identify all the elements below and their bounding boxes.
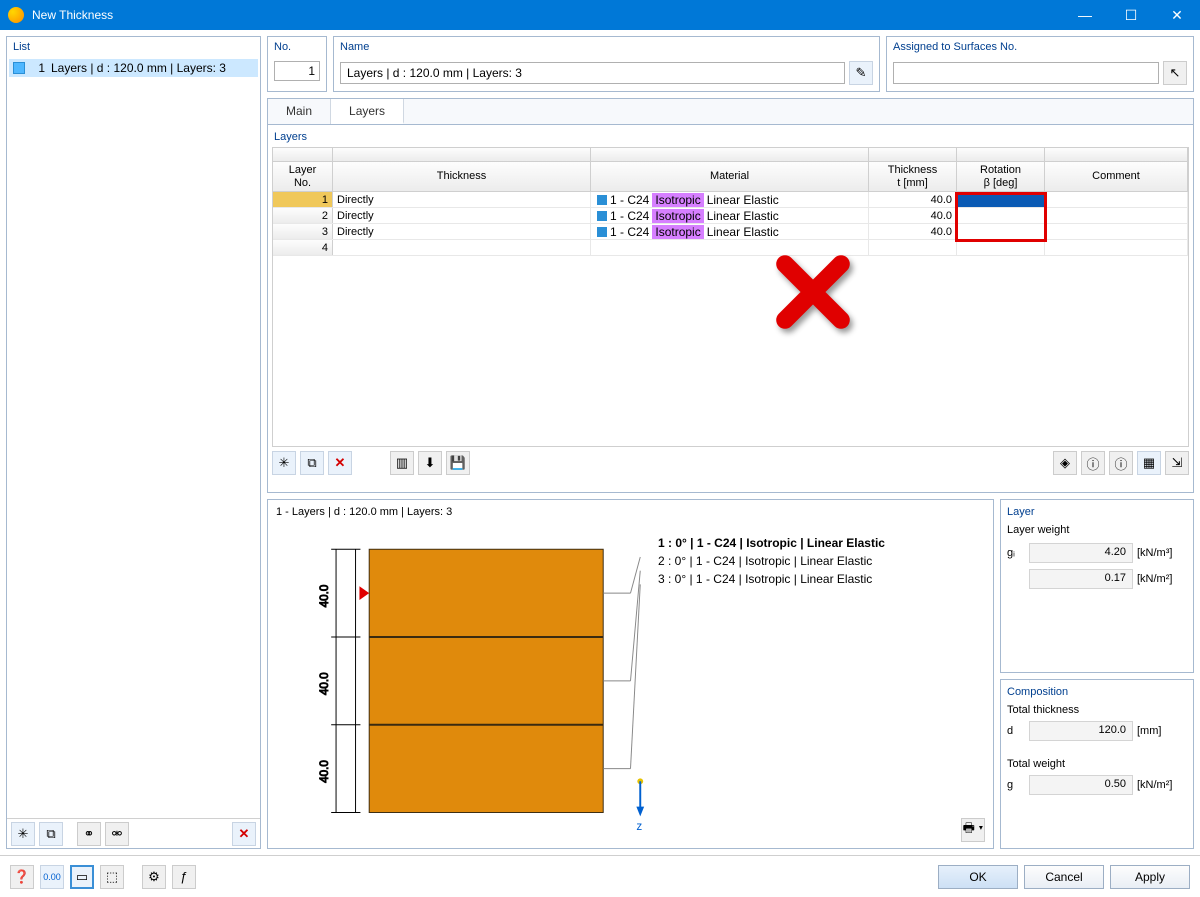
col-layer-no[interactable]: LayerNo. bbox=[273, 162, 333, 191]
tool-1-button[interactable]: ◈ bbox=[1053, 451, 1077, 475]
list-item-num: 1 bbox=[31, 61, 45, 75]
new-item-button[interactable]: ✳ bbox=[11, 822, 35, 846]
table-row[interactable]: 3Directly1 - C24 Isotropic Linear Elasti… bbox=[273, 224, 1188, 240]
titlebar: New Thickness — ☐ ✕ bbox=[0, 0, 1200, 30]
export-button[interactable]: ⇲ bbox=[1165, 451, 1189, 475]
apply-button[interactable]: Apply bbox=[1110, 865, 1190, 889]
layer-props-header: Layer bbox=[1007, 506, 1187, 518]
preview-panel: 1 - Layers | d : 120.0 mm | Layers: 3 40… bbox=[267, 499, 994, 849]
name-label: Name bbox=[334, 37, 879, 57]
unlink-button[interactable]: ⚮ bbox=[105, 822, 129, 846]
preview-legend: 1 : 0° | 1 - C24 | Isotropic | Linear El… bbox=[658, 534, 885, 588]
col-rotation[interactable]: Rotationβ [deg] bbox=[957, 162, 1045, 191]
col-comment[interactable]: Comment bbox=[1045, 162, 1188, 191]
print-button[interactable]: 🖶 ▾ bbox=[961, 818, 985, 842]
col-t[interactable]: Thicknesst [mm] bbox=[869, 162, 957, 191]
cancel-button[interactable]: Cancel bbox=[1024, 865, 1104, 889]
layer-weight-2: 0.17 bbox=[1029, 569, 1133, 589]
grid-toolbar: ✳ ⧉ ✕ ▥ ⬇ 💾 ◈ ⓘ ⓘ ▦ ⇲ bbox=[272, 447, 1189, 479]
list-panel: List 1 Layers | d : 120.0 mm | Layers: 3… bbox=[6, 36, 261, 849]
tabstrip: Main Layers bbox=[267, 98, 1194, 124]
extra-1-button[interactable]: ⚙ bbox=[142, 865, 166, 889]
svg-text:40.0: 40.0 bbox=[318, 584, 331, 607]
assigned-panel: Assigned to Surfaces No. ↖ bbox=[886, 36, 1194, 92]
minimize-button[interactable]: — bbox=[1062, 0, 1108, 30]
tab-main[interactable]: Main bbox=[268, 99, 331, 124]
list-header: List bbox=[7, 37, 260, 57]
list-swatch-icon bbox=[13, 62, 25, 74]
layer-props-panel: Layer Layer weight gᵢ 4.20 [kN/m³] 0.17 … bbox=[1000, 499, 1194, 673]
edit-name-button[interactable]: ✎ bbox=[849, 61, 873, 85]
link-button[interactable]: ⚭ bbox=[77, 822, 101, 846]
save-button[interactable]: 💾 bbox=[446, 451, 470, 475]
app-icon bbox=[8, 7, 24, 23]
info-2-button[interactable]: ⓘ bbox=[1109, 451, 1133, 475]
copy-item-button[interactable]: ⧉ bbox=[39, 822, 63, 846]
assigned-label: Assigned to Surfaces No. bbox=[887, 37, 1193, 57]
help-button[interactable]: ❓ bbox=[10, 865, 34, 889]
layer-weight-1: 4.20 bbox=[1029, 543, 1133, 563]
total-weight-value: 0.50 bbox=[1029, 775, 1133, 795]
col-thickness[interactable]: Thickness bbox=[333, 162, 591, 191]
total-weight-label: Total weight bbox=[1007, 758, 1187, 770]
list-item[interactable]: 1 Layers | d : 120.0 mm | Layers: 3 bbox=[9, 59, 258, 77]
close-button[interactable]: ✕ bbox=[1154, 0, 1200, 30]
name-input[interactable] bbox=[340, 62, 845, 84]
table-row[interactable]: 4 bbox=[273, 240, 1188, 256]
col-material[interactable]: Material bbox=[591, 162, 869, 191]
layer-weight-label: Layer weight bbox=[1007, 524, 1187, 536]
no-input[interactable] bbox=[274, 61, 320, 81]
bottom-bar: ❓ 0.00 ▭ ⬚ ⚙ ƒ OK Cancel Apply bbox=[0, 855, 1200, 897]
name-panel: Name ✎ bbox=[333, 36, 880, 92]
table-row[interactable]: 2Directly1 - C24 Isotropic Linear Elasti… bbox=[273, 208, 1188, 224]
view-button[interactable]: ▦ bbox=[1137, 451, 1161, 475]
svg-text:40.0: 40.0 bbox=[318, 672, 331, 695]
table-row[interactable]: 1Directly1 - C24 Isotropic Linear Elasti… bbox=[273, 192, 1188, 208]
composition-panel: Composition Total thickness d 120.0 [mm]… bbox=[1000, 679, 1194, 849]
tab-layers[interactable]: Layers bbox=[331, 99, 404, 124]
svg-text:40.0: 40.0 bbox=[318, 760, 331, 783]
delete-item-button[interactable]: ✕ bbox=[232, 822, 256, 846]
maximize-button[interactable]: ☐ bbox=[1108, 0, 1154, 30]
list-toolbar: ✳ ⧉ ⚭ ⚮ ✕ bbox=[7, 818, 260, 848]
total-thickness-label: Total thickness bbox=[1007, 704, 1187, 716]
copy-row-button[interactable]: ⧉ bbox=[300, 451, 324, 475]
no-panel: No. bbox=[267, 36, 327, 92]
ok-button[interactable]: OK bbox=[938, 865, 1018, 889]
display-button[interactable]: ▭ bbox=[70, 865, 94, 889]
import-button[interactable]: ⬇ bbox=[418, 451, 442, 475]
list-item-label: Layers | d : 120.0 mm | Layers: 3 bbox=[51, 61, 226, 75]
assigned-input[interactable] bbox=[893, 62, 1159, 84]
info-1-button[interactable]: ⓘ bbox=[1081, 451, 1105, 475]
extra-2-button[interactable]: ƒ bbox=[172, 865, 196, 889]
total-thickness-value: 120.0 bbox=[1029, 721, 1133, 741]
composition-header: Composition bbox=[1007, 686, 1187, 698]
svg-text:z: z bbox=[636, 820, 642, 832]
model-button[interactable]: ⬚ bbox=[100, 865, 124, 889]
layers-grid[interactable]: LayerNo. Thickness Material Thicknesst [… bbox=[272, 147, 1189, 447]
add-row-button[interactable]: ✳ bbox=[272, 451, 296, 475]
units-button[interactable]: 0.00 bbox=[40, 865, 64, 889]
window-title: New Thickness bbox=[32, 8, 1062, 22]
pick-surfaces-button[interactable]: ↖ bbox=[1163, 61, 1187, 85]
library-button[interactable]: ▥ bbox=[390, 451, 414, 475]
layers-section-header: Layers bbox=[272, 129, 1189, 147]
delete-row-button[interactable]: ✕ bbox=[328, 451, 352, 475]
preview-title: 1 - Layers | d : 120.0 mm | Layers: 3 bbox=[272, 504, 989, 520]
no-label: No. bbox=[268, 37, 326, 57]
